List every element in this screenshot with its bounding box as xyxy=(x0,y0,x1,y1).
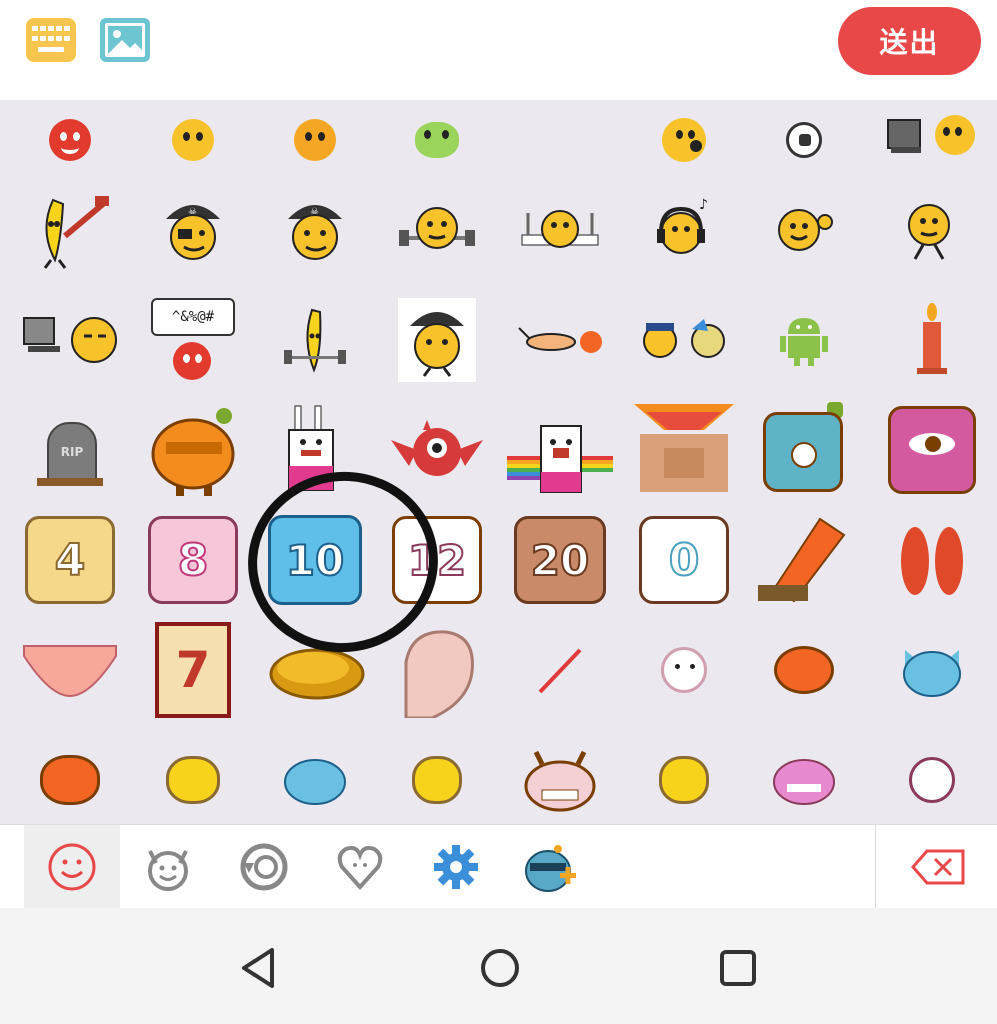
worried-smiley-emoji[interactable] xyxy=(131,100,255,170)
system-navigation-bar xyxy=(0,908,997,1024)
blue-cat-emoji[interactable] xyxy=(870,615,994,725)
red-lips-emoji[interactable] xyxy=(870,505,994,615)
white-grin-emoji[interactable] xyxy=(870,725,994,824)
heart-tab[interactable] xyxy=(312,825,408,909)
rainbow-rabbit-emoji[interactable] xyxy=(498,395,622,505)
tombstone-label: RIP xyxy=(60,445,84,459)
slot-seven-emoji[interactable]: 7 xyxy=(131,615,255,725)
emoji-category-toolbar xyxy=(0,824,997,909)
tile-20-label: 20 xyxy=(514,516,606,604)
tile-0-emoji[interactable]: 0 xyxy=(622,505,746,615)
soccer-ball-emoji[interactable] xyxy=(742,100,866,170)
tile-4-emoji[interactable]: 4 xyxy=(8,505,132,615)
svg-text:♪: ♪ xyxy=(699,197,708,213)
slot-seven-label: 7 xyxy=(155,622,231,718)
shrimp-emoji[interactable] xyxy=(498,285,622,395)
send-button[interactable]: 送出 xyxy=(838,7,981,75)
keyboard-icon[interactable] xyxy=(26,18,76,62)
orange-smiley-emoji[interactable] xyxy=(253,100,377,170)
walking-smiley-emoji[interactable] xyxy=(870,175,994,285)
pink-underwear-emoji[interactable] xyxy=(8,615,132,725)
muscle-man-emoji[interactable] xyxy=(622,395,746,505)
yellow-shout-emoji[interactable] xyxy=(375,725,499,824)
android-robot-emoji[interactable] xyxy=(742,285,866,395)
tile-8-label: 8 xyxy=(148,516,238,604)
red-stick-small-emoji[interactable] xyxy=(498,615,622,725)
smiley-tab[interactable] xyxy=(24,825,120,909)
tile-0-label: 0 xyxy=(639,516,729,604)
add-sticker-tab[interactable] xyxy=(504,825,600,909)
swearing-red-emoji[interactable]: ^&%@# xyxy=(131,285,255,395)
orange-laugh-emoji[interactable] xyxy=(8,725,132,824)
computer-sleepy-emoji[interactable] xyxy=(8,285,132,395)
banana-lifting-emoji[interactable] xyxy=(253,285,377,395)
yellow-sad-emoji[interactable] xyxy=(622,725,746,824)
police-fish-emoji[interactable] xyxy=(622,285,746,395)
angry-red-emoji[interactable] xyxy=(8,100,132,170)
tile-8-emoji[interactable]: 8 xyxy=(131,505,255,615)
tile-4-label: 4 xyxy=(25,516,115,604)
banana-guitar-emoji[interactable] xyxy=(8,175,132,285)
home-icon xyxy=(481,949,519,987)
speech-symbols-label: ^&%@# xyxy=(171,309,215,325)
candle-emoji[interactable] xyxy=(870,285,994,395)
weightlifting-smiley-emoji[interactable] xyxy=(375,175,499,285)
heart-tab-icon xyxy=(337,845,383,890)
backspace-button[interactable] xyxy=(890,825,986,909)
composer-header: 送出 xyxy=(0,0,997,100)
red-stick-emoji[interactable] xyxy=(742,505,866,615)
white-blob-emoji[interactable] xyxy=(622,615,746,725)
orange-blob-emoji[interactable] xyxy=(742,615,866,725)
computer-smiley-emoji[interactable] xyxy=(870,100,994,170)
pirate-smiley-emoji[interactable]: ☠ xyxy=(253,175,377,285)
pirate-square-emoji[interactable] xyxy=(375,285,499,395)
shouting-smiley-emoji[interactable] xyxy=(622,100,746,170)
eating-smiley-emoji[interactable] xyxy=(498,175,622,285)
pumpkin-emoji[interactable] xyxy=(131,395,255,505)
back-icon xyxy=(242,948,274,988)
recent-tab[interactable] xyxy=(216,825,312,909)
emoji-grid: ☠ ☠ ♪ ^&%@# RIP 4 8 10 12 20 0 7 xyxy=(0,100,997,824)
recents-icon xyxy=(720,950,756,986)
recents-button[interactable] xyxy=(716,946,760,990)
home-button[interactable] xyxy=(478,946,522,990)
smiley-tab-icon xyxy=(48,843,96,891)
recent-tab-icon xyxy=(240,843,288,891)
settings-tab-icon xyxy=(434,845,478,889)
tile-20-emoji[interactable]: 20 xyxy=(498,505,622,615)
tombstone-emoji[interactable]: RIP xyxy=(8,395,132,505)
waving-smiley-emoji[interactable] xyxy=(742,175,866,285)
teal-turnip-emoji[interactable] xyxy=(742,395,866,505)
pink-pig-emoji[interactable] xyxy=(742,725,866,824)
reindeer-emoji[interactable] xyxy=(498,725,622,824)
blue-cat-sad-emoji[interactable] xyxy=(253,725,377,824)
headphones-smiley-emoji[interactable]: ♪ xyxy=(622,175,746,285)
add-sticker-tab-icon xyxy=(525,845,576,892)
devil-tab-icon xyxy=(148,850,188,891)
backspace-icon xyxy=(911,849,965,885)
pirate-eyepatch-emoji[interactable]: ☠ xyxy=(131,175,255,285)
image-icon[interactable] xyxy=(100,18,150,62)
devil-tab[interactable] xyxy=(120,825,216,909)
yellow-laugh-emoji[interactable] xyxy=(131,725,255,824)
frog-emoji[interactable] xyxy=(375,100,499,170)
settings-tab[interactable] xyxy=(408,825,504,909)
back-button[interactable] xyxy=(238,946,282,990)
pink-eye-box-emoji[interactable] xyxy=(870,395,994,505)
